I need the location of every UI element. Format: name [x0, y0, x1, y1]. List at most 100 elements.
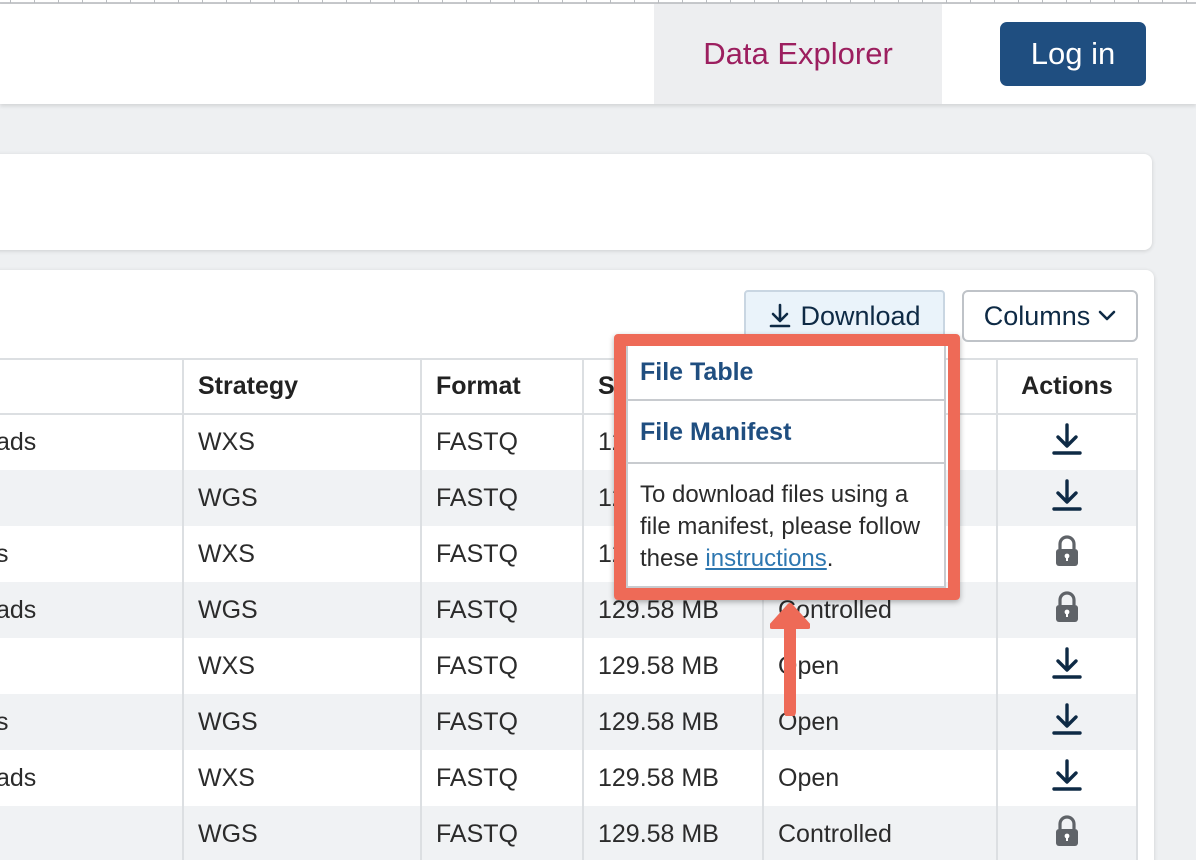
table-row: adsWXSFASTQ129.58 MBOpen	[0, 414, 1138, 470]
ruler-tick	[610, 0, 611, 3]
ruler-tick	[778, 0, 779, 3]
ruler-tick	[1162, 0, 1163, 3]
cell-actions	[996, 638, 1138, 694]
cell-actions	[996, 414, 1138, 470]
ruler-tick	[346, 0, 347, 3]
ruler-tick	[634, 0, 635, 3]
lock-icon	[1054, 534, 1080, 574]
search-card	[0, 154, 1152, 250]
ruler-tick	[10, 0, 11, 3]
column-header-actions: Actions	[996, 358, 1138, 415]
download-icon[interactable]	[1050, 478, 1084, 519]
cell-name	[0, 638, 184, 694]
cell-format: FASTQ	[420, 638, 584, 694]
menu-item-file-manifest[interactable]: File Manifest	[628, 403, 944, 464]
table-row: sWXSFASTQ129.58 MBControlled	[0, 526, 1138, 582]
ruler-tick	[418, 0, 419, 3]
table-row: sWGSFASTQ129.58 MBOpen	[0, 694, 1138, 750]
download-dropdown-menu: File Table File Manifest To download fil…	[626, 344, 946, 588]
ruler-tick	[970, 0, 971, 3]
cell-strategy: WXS	[182, 526, 422, 582]
note-text-after: .	[826, 545, 834, 572]
ruler-tick	[754, 0, 755, 3]
menu-item-file-table[interactable]: File Table	[628, 346, 944, 401]
cell-actions	[996, 750, 1138, 806]
cell-format: FASTQ	[420, 806, 584, 860]
download-icon[interactable]	[1050, 758, 1084, 799]
ruler-tick	[154, 0, 155, 3]
ruler-tick	[490, 0, 491, 3]
cell-size: 129.58 MB	[582, 750, 764, 806]
cell-access: Open	[762, 638, 998, 694]
cell-access: Open	[762, 750, 998, 806]
header: Data Explorer Log in	[0, 4, 1196, 104]
ruler-tick	[586, 0, 587, 3]
ruler-tick	[1090, 0, 1091, 3]
ruler-tick	[130, 0, 131, 3]
cell-strategy: WGS	[182, 470, 422, 526]
lock-icon	[1054, 590, 1080, 630]
columns-label: Columns	[983, 300, 1091, 331]
ruler-tick	[730, 0, 731, 3]
column-header-name[interactable]	[0, 358, 184, 415]
ruler-tick	[946, 0, 947, 3]
ruler-tick	[298, 0, 299, 3]
ruler-tick	[322, 0, 323, 3]
ruler-tick	[538, 0, 539, 3]
table-row: WXS FASTQ 129.58 MB Open	[0, 638, 1138, 694]
cell-size: 129.58 MB	[582, 582, 764, 638]
download-icon[interactable]	[1050, 422, 1084, 463]
cell-format: FASTQ	[420, 750, 584, 806]
ruler-tick	[874, 0, 875, 3]
ruler-tick	[1186, 0, 1187, 3]
ruler-tick	[442, 0, 443, 3]
ruler-tick	[274, 0, 275, 3]
cell-actions	[996, 694, 1138, 750]
cell-strategy: WXS	[182, 750, 422, 806]
ruler-tick	[250, 0, 251, 3]
cell-strategy: WXS	[182, 414, 422, 470]
column-header-strategy[interactable]: Strategy	[182, 358, 422, 415]
chevron-down-icon	[1098, 310, 1116, 321]
download-button[interactable]: Download	[744, 290, 945, 342]
ruler-tick	[1042, 0, 1043, 3]
table-row: ads WGS FASTQ 129.58 MB Controlled	[0, 582, 1138, 638]
ruler-tick	[1066, 0, 1067, 3]
ruler-tick	[1018, 0, 1019, 3]
cell-format: FASTQ	[420, 582, 584, 638]
cell-actions	[996, 806, 1138, 860]
cell-access: Open	[762, 694, 998, 750]
instructions-link[interactable]: instructions	[705, 545, 826, 572]
download-icon	[770, 303, 791, 328]
ruler-tick	[898, 0, 899, 3]
ruler-tick	[394, 0, 395, 3]
download-icon[interactable]	[1050, 702, 1084, 743]
cell-size: 129.58 MB	[582, 638, 764, 694]
ruler-tick	[82, 0, 83, 3]
cell-format: FASTQ	[420, 470, 584, 526]
cell-strategy: WXS	[182, 638, 422, 694]
table-header-row: Strategy Format Si Actions	[0, 358, 1138, 415]
ruler-tick	[58, 0, 59, 3]
cell-access: Controlled	[762, 582, 998, 638]
cell-format: FASTQ	[420, 526, 584, 582]
ruler-tick	[994, 0, 995, 3]
cell-size: 129.58 MB	[582, 806, 764, 860]
manifest-instructions-note: To download files using a file manifest,…	[640, 479, 936, 575]
nav-data-explorer[interactable]: Data Explorer	[654, 4, 942, 104]
cell-name: ads	[0, 750, 184, 806]
columns-button[interactable]: Columns	[962, 290, 1138, 342]
column-header-format[interactable]: Format	[420, 358, 584, 415]
ruler-tick	[370, 0, 371, 3]
cell-strategy: WGS	[182, 582, 422, 638]
download-icon[interactable]	[1050, 646, 1084, 687]
ruler-tick	[1114, 0, 1115, 3]
ruler-tick	[178, 0, 179, 3]
download-label: Download	[800, 300, 921, 331]
ruler-tick	[514, 0, 515, 3]
cell-strategy: WGS	[182, 694, 422, 750]
ruler-tick	[202, 0, 203, 3]
login-button[interactable]: Log in	[1000, 22, 1146, 86]
ruler-tick	[682, 0, 683, 3]
files-table: Strategy Format Si Actions adsWXSFASTQ12…	[0, 358, 1138, 860]
